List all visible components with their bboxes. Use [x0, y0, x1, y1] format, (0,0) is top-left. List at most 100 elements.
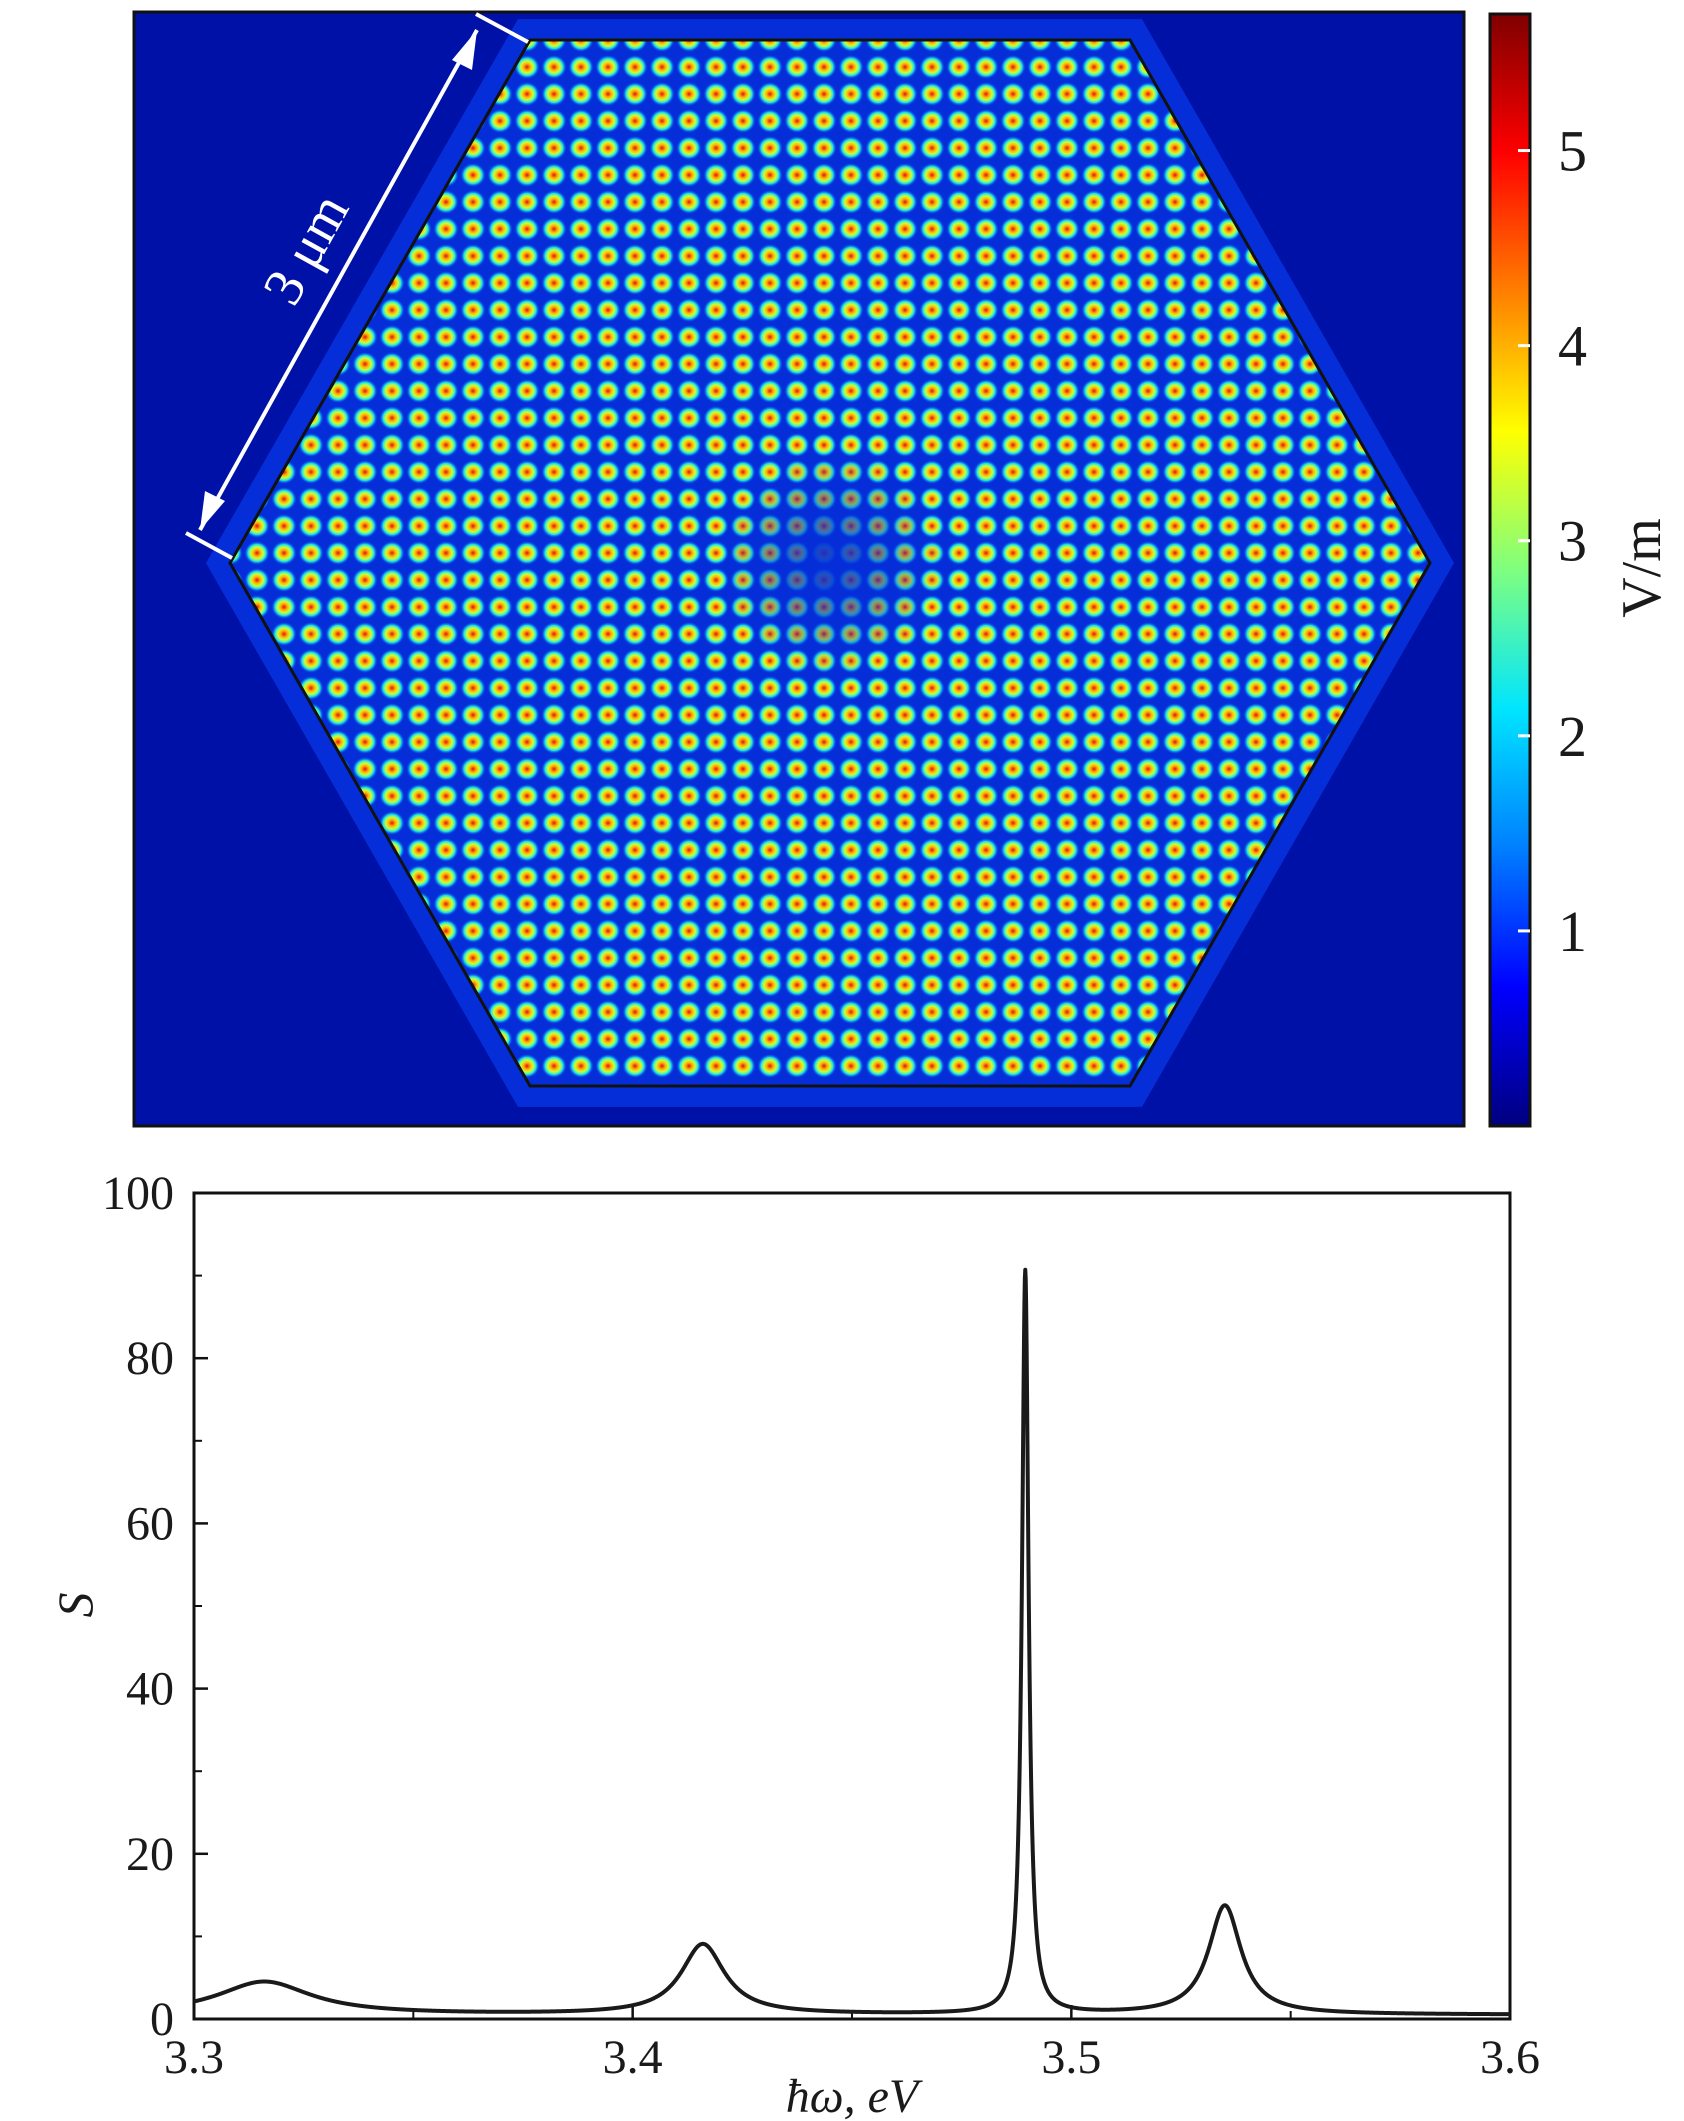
field-spot	[703, 1000, 729, 1024]
field-spot	[1081, 460, 1107, 484]
field-spot	[703, 514, 729, 538]
field-spot	[1054, 757, 1080, 781]
field-spot	[757, 730, 783, 754]
field-spot	[1027, 352, 1053, 376]
field-spot	[1189, 892, 1215, 916]
field-spot	[1162, 757, 1188, 781]
field-spot	[757, 55, 783, 79]
field-spot	[892, 649, 918, 673]
field-spot	[568, 676, 594, 700]
field-spot	[973, 406, 999, 430]
field-spot	[811, 325, 837, 349]
field-spot	[703, 1027, 729, 1051]
field-spot	[352, 568, 378, 592]
field-spot	[433, 676, 459, 700]
field-spot	[811, 757, 837, 781]
field-spot	[1108, 325, 1134, 349]
field-spot	[973, 163, 999, 187]
field-spot	[379, 514, 405, 538]
field-spot	[514, 163, 540, 187]
field-spot	[973, 1000, 999, 1024]
field-spot	[514, 541, 540, 565]
field-spot	[1216, 595, 1242, 619]
field-spot	[649, 1054, 675, 1078]
field-spot	[811, 163, 837, 187]
field-spot	[892, 271, 918, 295]
field-spot	[244, 568, 270, 592]
field-spot	[757, 217, 783, 241]
field-spot	[784, 298, 810, 322]
field-spot	[649, 541, 675, 565]
field-spot	[406, 838, 432, 862]
field-spot	[1351, 514, 1377, 538]
field-spot	[298, 541, 324, 565]
field-spot	[460, 784, 486, 808]
field-spot	[568, 433, 594, 457]
field-spot	[1027, 136, 1053, 160]
field-spot	[460, 676, 486, 700]
field-spot	[1270, 460, 1296, 484]
field-spot	[1297, 487, 1323, 511]
field-spot	[865, 757, 891, 781]
field-spot	[1054, 865, 1080, 889]
field-spot	[1351, 487, 1377, 511]
field-spot	[568, 973, 594, 997]
field-spot	[1216, 514, 1242, 538]
field-spot	[703, 298, 729, 322]
field-spot	[1027, 676, 1053, 700]
field-spot	[919, 514, 945, 538]
field-spot	[946, 136, 972, 160]
field-spot	[1135, 163, 1161, 187]
field-spot	[676, 1054, 702, 1078]
field-spot	[460, 838, 486, 862]
field-spot	[622, 973, 648, 997]
field-spot	[676, 325, 702, 349]
field-spot	[1297, 460, 1323, 484]
field-spot	[676, 946, 702, 970]
field-spot	[487, 757, 513, 781]
field-spot	[649, 1000, 675, 1024]
field-spot	[703, 811, 729, 835]
field-spot	[514, 865, 540, 889]
field-spot	[568, 946, 594, 970]
field-spot	[649, 946, 675, 970]
field-spot	[973, 1054, 999, 1078]
field-spot	[919, 568, 945, 592]
field-spot	[433, 703, 459, 727]
field-spot	[460, 487, 486, 511]
field-spot	[1081, 946, 1107, 970]
field-spot	[1135, 757, 1161, 781]
field-spot	[676, 784, 702, 808]
field-spot	[433, 892, 459, 916]
field-spot	[1189, 298, 1215, 322]
field-spot	[1297, 730, 1323, 754]
field-spot	[1324, 514, 1350, 538]
field-spot	[703, 460, 729, 484]
field-spot	[595, 1000, 621, 1024]
field-spot	[568, 217, 594, 241]
field-spot	[1081, 730, 1107, 754]
field-spot	[1000, 271, 1026, 295]
field-spot	[892, 514, 918, 538]
field-spot	[811, 433, 837, 457]
field-spot	[757, 865, 783, 889]
field-spot	[1324, 541, 1350, 565]
field-spot	[946, 109, 972, 133]
field-spot	[1108, 568, 1134, 592]
field-spot	[460, 406, 486, 430]
field-spot	[703, 325, 729, 349]
field-spot	[1243, 352, 1269, 376]
field-spot	[784, 379, 810, 403]
field-spot	[595, 271, 621, 295]
field-spot	[892, 1000, 918, 1024]
field-spot	[784, 163, 810, 187]
field-spot	[541, 946, 567, 970]
field-spot	[325, 541, 351, 565]
field-spot	[595, 82, 621, 106]
field-spot	[595, 865, 621, 889]
field-spot	[973, 865, 999, 889]
field-spot	[1027, 865, 1053, 889]
field-spot	[1081, 271, 1107, 295]
field-spot	[1108, 811, 1134, 835]
field-spot	[838, 622, 864, 646]
